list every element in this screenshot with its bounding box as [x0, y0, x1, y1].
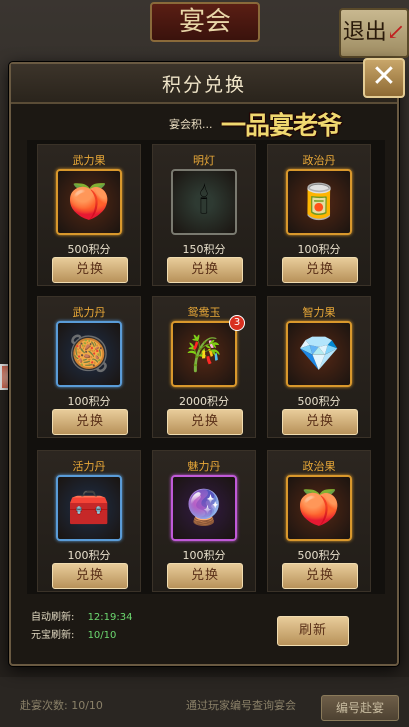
item-name: 武力丹 [72, 306, 106, 319]
item-cost: 150积分 [182, 243, 226, 256]
item-cost: 500积分 [67, 243, 111, 256]
exit-label: 退出 [342, 20, 387, 45]
item-icon-frame[interactable]: 🍑 [286, 475, 352, 541]
item-icon-frame[interactable]: 🎋 [171, 321, 237, 387]
exchange-button[interactable]: 兑换 [167, 257, 243, 283]
ingot-refresh-label: 元宝刷新: [31, 630, 75, 641]
exchange-item: 活力丹 🧰 100积分 兑换 [37, 450, 141, 592]
close-button[interactable]: ✕ [363, 58, 405, 98]
rank-title-text: 一品宴老爷 [221, 111, 342, 140]
exchange-button[interactable]: 兑换 [52, 409, 128, 435]
item-name: 政治果 [302, 460, 336, 473]
exchange-item: 智力果 💎 500积分 兑换 [267, 296, 371, 438]
item-cost: 100积分 [297, 243, 341, 256]
points-row: 宴会积... 一品宴老爷 [11, 108, 397, 140]
exchange-button[interactable]: 兑换 [282, 409, 358, 435]
exchange-button[interactable]: 兑换 [52, 563, 128, 589]
item-icon-frame[interactable]: 🥘 [56, 321, 122, 387]
search-hint: 通过玩家编号查询宴会 [186, 699, 296, 712]
exit-arrow-icon: ↙ [386, 20, 406, 45]
pill-box-icon: 🔮 [182, 488, 226, 528]
item-name: 活力丹 [72, 460, 106, 473]
auto-refresh-row: 自动刷新: 12:19:34 [31, 608, 132, 623]
exchange-item: 政治丹 🥫 100积分 兑换 [267, 144, 371, 286]
item-cost: 100积分 [182, 549, 226, 562]
bottom-bar: 赴宴次数: 10/10 通过玩家编号查询宴会 编号赴宴 [0, 677, 409, 727]
close-icon: ✕ [371, 59, 397, 94]
item-name: 智力果 [302, 306, 336, 319]
item-icon-frame[interactable]: 🔮 [171, 475, 237, 541]
fruit-icon: 🍑 [297, 488, 341, 528]
banquet-points-label: 宴会积... [169, 118, 213, 131]
item-icon-frame[interactable]: 🕯 [171, 169, 237, 235]
item-cost: 500积分 [297, 549, 341, 562]
item-name: 明灯 [193, 154, 215, 167]
item-cost: 500积分 [297, 395, 341, 408]
exchange-item: 武力果 🍑 500积分 兑换 [37, 144, 141, 286]
pill-box-icon: 🥘 [67, 334, 111, 374]
jade-icon: 🎋 [182, 334, 226, 374]
fruit-icon: 💎 [297, 334, 341, 374]
item-icon-frame[interactable]: 💎 [286, 321, 352, 387]
item-name: 魅力丹 [187, 460, 221, 473]
ingot-refresh-row: 元宝刷新: 10/10 [31, 626, 116, 641]
item-cost: 100积分 [67, 549, 111, 562]
exchange-button[interactable]: 兑换 [167, 409, 243, 435]
exchange-item: 鸳鸯玉 🎋 3 2000积分 兑换 [152, 296, 256, 438]
auto-refresh-timer: 12:19:34 [87, 612, 133, 623]
number-visit-button[interactable]: 编号赴宴 [321, 695, 399, 721]
exchange-item: 武力丹 🥘 100积分 兑换 [37, 296, 141, 438]
dialog-header: 积分兑换 [11, 64, 397, 104]
rank-title-banner: 一品宴老爷 [221, 104, 369, 144]
dialog-title: 积分兑换 [161, 74, 246, 96]
item-cost: 2000积分 [179, 395, 229, 408]
refresh-button[interactable]: 刷新 [277, 616, 349, 646]
banquet-title: 宴会 [150, 2, 260, 42]
exchange-button[interactable]: 兑换 [167, 563, 243, 589]
item-name: 武力果 [72, 154, 106, 167]
item-name: 政治丹 [302, 154, 336, 167]
auto-refresh-label: 自动刷新: [31, 612, 75, 623]
exchange-item: 魅力丹 🔮 100积分 兑换 [152, 450, 256, 592]
oil-lamp-icon: 🕯 [199, 182, 209, 222]
exchange-button[interactable]: 兑换 [282, 257, 358, 283]
pill-box-icon: 🥫 [297, 182, 341, 222]
count-badge: 3 [229, 315, 245, 331]
peach-fruit-icon: 🍑 [67, 182, 111, 222]
exchange-button[interactable]: 兑换 [282, 563, 358, 589]
item-icon-frame[interactable]: 🧰 [56, 475, 122, 541]
item-icon-frame[interactable]: 🍑 [56, 169, 122, 235]
visit-count-label: 赴宴次数: 10/10 [20, 699, 103, 712]
exchange-item: 明灯 🕯 150积分 兑换 [152, 144, 256, 286]
exchange-button[interactable]: 兑换 [52, 257, 128, 283]
ingot-refresh-count: 10/10 [87, 630, 117, 641]
exchange-item: 政治果 🍑 500积分 兑换 [267, 450, 371, 592]
item-cost: 100积分 [67, 395, 111, 408]
points-exchange-dialog: 积分兑换 ✕ 宴会积... 一品宴老爷 武力果 🍑 500积分 兑换 明灯 🕯 150积分兑… [9, 58, 405, 666]
item-icon-frame[interactable]: 🥫 [286, 169, 352, 235]
exit-button[interactable]: 退出↙ [339, 8, 409, 58]
chest-icon: 🧰 [67, 488, 111, 528]
